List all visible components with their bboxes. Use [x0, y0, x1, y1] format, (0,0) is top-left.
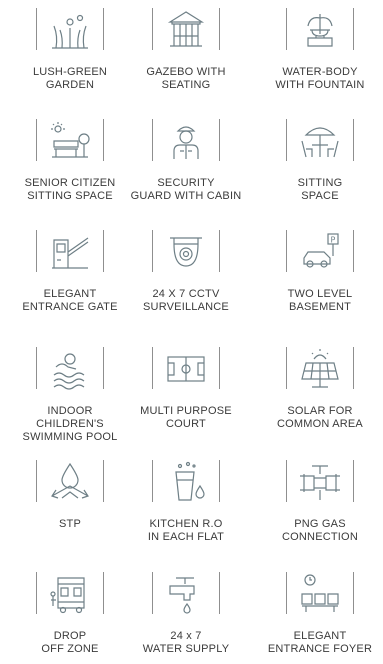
- divider: [353, 460, 354, 502]
- divider: [36, 8, 37, 50]
- umbrella-table-icon: [301, 127, 339, 158]
- divider: [36, 119, 37, 161]
- divider: [219, 8, 220, 50]
- divider: [286, 230, 287, 272]
- amenity-label-line: GAZEBO WITH: [146, 66, 226, 78]
- amenity-label-line: SENIOR CITIZEN: [24, 177, 116, 189]
- amenity-label-line: LUSH-GREEN: [32, 66, 108, 78]
- school-bus-icon: [50, 577, 85, 614]
- gazebo-icon: [167, 11, 205, 47]
- divider: [353, 119, 354, 161]
- amenity-label-line: 24 x 7: [170, 630, 202, 642]
- amenity-label-line: SWIMMING POOL: [22, 431, 118, 443]
- gas-pipe-icon: [300, 465, 340, 500]
- amenity-label-line: SPACE: [301, 190, 339, 202]
- cctv-icon: [170, 237, 202, 267]
- divider: [103, 8, 104, 50]
- amenity-label-line: INDOOR: [47, 405, 93, 417]
- divider: [36, 460, 37, 502]
- garden-icon: [52, 14, 88, 49]
- divider: [353, 347, 354, 389]
- amenity-label-line: DROP: [53, 630, 87, 642]
- amenity-label-line: SURVEILLANCE: [143, 301, 229, 313]
- amenity-label-line: GARDEN: [45, 79, 95, 91]
- amenity-label-line: COURT: [166, 418, 206, 430]
- amenity-label-line: MULTI PURPOSE: [140, 405, 232, 417]
- security-guard-icon: [173, 126, 199, 159]
- divider: [152, 119, 153, 161]
- water-glass-icon: [175, 461, 205, 501]
- amenity-label-line: CONNECTION: [282, 531, 358, 543]
- fountain-icon: [307, 14, 333, 47]
- amenity-label-line: PNG GAS: [294, 518, 346, 530]
- amenity-label-line: TWO LEVEL: [287, 288, 353, 300]
- tap-icon: [169, 577, 195, 614]
- amenity-label-line: SITTING SPACE: [27, 190, 113, 202]
- amenities-grid: LUSH-GREEN GARDEN GAZEBO WITH SEATING WA…: [0, 0, 383, 664]
- amenity-label-line: COMMON AREA: [277, 418, 363, 430]
- amenity-label-line: GUARD WITH CABIN: [130, 190, 242, 202]
- divider: [219, 572, 220, 614]
- divider: [353, 572, 354, 614]
- water-drop-icon: [51, 462, 89, 499]
- amenity-label-line: BASEMENT: [288, 301, 352, 313]
- divider: [353, 8, 354, 50]
- foyer-seats-icon: [301, 574, 339, 612]
- divider: [286, 8, 287, 50]
- svg-text:P: P: [331, 236, 336, 245]
- divider: [103, 119, 104, 161]
- amenity-label-line: SECURITY: [157, 177, 215, 189]
- divider: [286, 347, 287, 389]
- divider: [36, 347, 37, 389]
- amenity-label-line: 24 X 7 CCTV: [152, 288, 220, 300]
- divider: [36, 230, 37, 272]
- divider: [219, 119, 220, 161]
- divider: [286, 572, 287, 614]
- divider: [152, 347, 153, 389]
- entrance-gate-icon: [52, 237, 89, 269]
- amenity-label-line: ENTRANCE FOYER: [267, 643, 373, 655]
- amenity-label-line: WATER-BODY: [282, 66, 358, 78]
- divider: [152, 572, 153, 614]
- amenity-label-line: CHILDREN'S: [36, 418, 104, 430]
- divider: [219, 230, 220, 272]
- divider: [219, 347, 220, 389]
- divider: [353, 230, 354, 272]
- amenity-label-line: KITCHEN R.O: [149, 518, 223, 530]
- amenity-label-line: STP: [59, 518, 81, 530]
- parking-icon: P: [303, 233, 339, 268]
- amenity-label-line: WATER SUPPLY: [142, 643, 230, 655]
- amenity-label-line: IN EACH FLAT: [147, 531, 225, 543]
- amenity-label-line: SEATING: [161, 79, 211, 91]
- divider: [219, 460, 220, 502]
- amenity-label-line: ELEGANT: [293, 630, 347, 642]
- divider: [103, 572, 104, 614]
- divider: [103, 347, 104, 389]
- court-icon: [167, 356, 205, 382]
- amenity-label-line: SITTING: [297, 177, 343, 189]
- divider: [286, 119, 287, 161]
- divider: [36, 572, 37, 614]
- bench-icon: [51, 122, 90, 158]
- divider: [103, 230, 104, 272]
- divider: [103, 460, 104, 502]
- amenity-label-line: ENTRANCE GATE: [22, 301, 118, 313]
- divider: [152, 230, 153, 272]
- amenity-label-line: OFF ZONE: [41, 643, 99, 655]
- divider: [286, 460, 287, 502]
- divider: [152, 460, 153, 502]
- swimmer-icon: [53, 353, 85, 390]
- divider: [152, 8, 153, 50]
- amenity-label-line: ELEGANT: [43, 288, 97, 300]
- solar-panel-icon: [301, 349, 339, 388]
- amenity-label-line: SOLAR FOR: [287, 405, 353, 417]
- amenity-label-line: WITH FOUNTAIN: [275, 79, 365, 91]
